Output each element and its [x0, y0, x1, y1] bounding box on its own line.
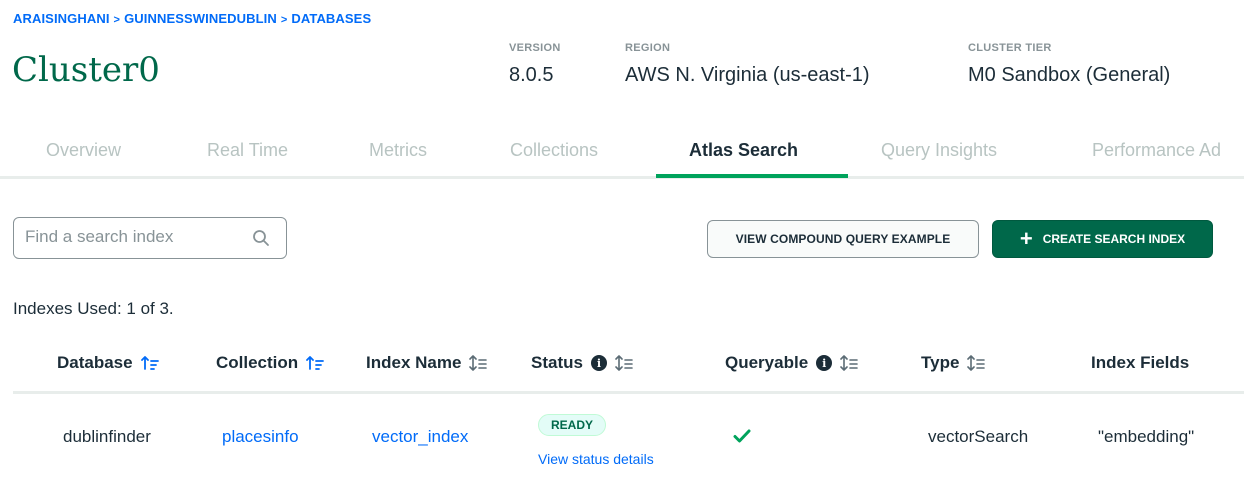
breadcrumb: ARAISINGHANI > GUINNESSWINEDUBLIN > DATABASE…	[13, 11, 371, 26]
cell-collection-link[interactable]: placesinfo	[222, 427, 299, 447]
view-status-details-link[interactable]: View status details	[538, 451, 654, 467]
breadcrumb-separator: >	[280, 14, 288, 26]
header-collection[interactable]: Collection	[216, 353, 325, 373]
header-database[interactable]: Database	[57, 353, 159, 373]
region-value: AWS N. Virginia (us-east-1)	[625, 64, 870, 86]
info-icon[interactable]: i	[816, 355, 833, 371]
header-queryable-label: Queryable	[725, 353, 809, 372]
header-database-label: Database	[57, 353, 133, 372]
version-label: VERSION	[509, 42, 561, 54]
sort-unsorted-icon[interactable]	[840, 355, 858, 371]
version-value: 8.0.5	[509, 64, 554, 86]
checkmark-icon	[733, 429, 751, 443]
breadcrumb-separator: >	[113, 14, 121, 26]
header-status-label: Status	[531, 353, 583, 372]
header-status[interactable]: Status i	[531, 353, 633, 373]
tab-atlas-search[interactable]: Atlas Search	[689, 140, 798, 161]
view-compound-query-button[interactable]: VIEW COMPOUND QUERY EXAMPLE	[707, 220, 979, 258]
breadcrumb-databases[interactable]: DATABASES	[291, 11, 371, 26]
breadcrumb-project[interactable]: GUINNESSWINEDUBLIN	[124, 11, 277, 26]
tier-info: CLUSTER TIER M0 Sandbox (General)	[968, 42, 1170, 87]
info-icon[interactable]: i	[590, 355, 607, 371]
sort-asc-icon[interactable]	[306, 355, 325, 371]
header-collection-label: Collection	[216, 353, 299, 372]
header-index-fields: Index Fields	[1091, 353, 1189, 373]
search-icon	[253, 230, 269, 246]
tab-performance-advisor[interactable]: Performance Ad	[1092, 140, 1221, 161]
breadcrumb-org[interactable]: ARAISINGHANI	[13, 11, 110, 26]
tab-metrics[interactable]: Metrics	[369, 140, 427, 161]
cell-database: dublinfinder	[63, 427, 151, 446]
tab-bar: Overview Real Time Metrics Collections A…	[0, 128, 1244, 179]
plus-icon: +	[1019, 226, 1033, 251]
search-input[interactable]	[25, 227, 245, 247]
sort-unsorted-icon[interactable]	[615, 355, 633, 371]
region-label: REGION	[625, 42, 671, 54]
tab-collections[interactable]: Collections	[510, 140, 598, 161]
active-tab-indicator	[656, 174, 848, 178]
create-search-index-button[interactable]: + CREATE SEARCH INDEX	[992, 220, 1213, 258]
tier-value: M0 Sandbox (General)	[968, 64, 1171, 86]
tier-label: CLUSTER TIER	[968, 42, 1052, 54]
tab-overview[interactable]: Overview	[46, 140, 121, 161]
header-index-name[interactable]: Index Name	[366, 353, 488, 373]
cluster-title: Cluster0	[12, 50, 160, 90]
header-queryable[interactable]: Queryable i	[725, 353, 858, 373]
create-search-index-label: CREATE SEARCH INDEX	[1042, 232, 1186, 246]
header-index-name-label: Index Name	[366, 353, 462, 372]
cell-index-fields: "embedding"	[1098, 427, 1195, 446]
sort-asc-icon[interactable]	[140, 355, 159, 371]
header-index-fields-label: Index Fields	[1091, 353, 1190, 372]
header-type[interactable]: Type	[921, 353, 986, 373]
sort-unsorted-icon[interactable]	[469, 355, 488, 371]
search-index-field[interactable]	[13, 217, 287, 259]
tab-query-insights[interactable]: Query Insights	[881, 140, 997, 161]
sort-unsorted-icon[interactable]	[967, 355, 986, 371]
indexes-used-text: Indexes Used: 1 of 3.	[13, 299, 174, 318]
header-type-label: Type	[921, 353, 960, 372]
cell-type: vectorSearch	[928, 427, 1029, 446]
status-badge: READY	[538, 414, 607, 436]
table-header-divider	[13, 391, 1244, 394]
tab-real-time[interactable]: Real Time	[207, 140, 288, 161]
version-info: VERSION 8.0.5	[509, 42, 561, 87]
cell-index-name-link[interactable]: vector_index	[372, 427, 468, 447]
region-info: REGION AWS N. Virginia (us-east-1)	[625, 42, 870, 87]
